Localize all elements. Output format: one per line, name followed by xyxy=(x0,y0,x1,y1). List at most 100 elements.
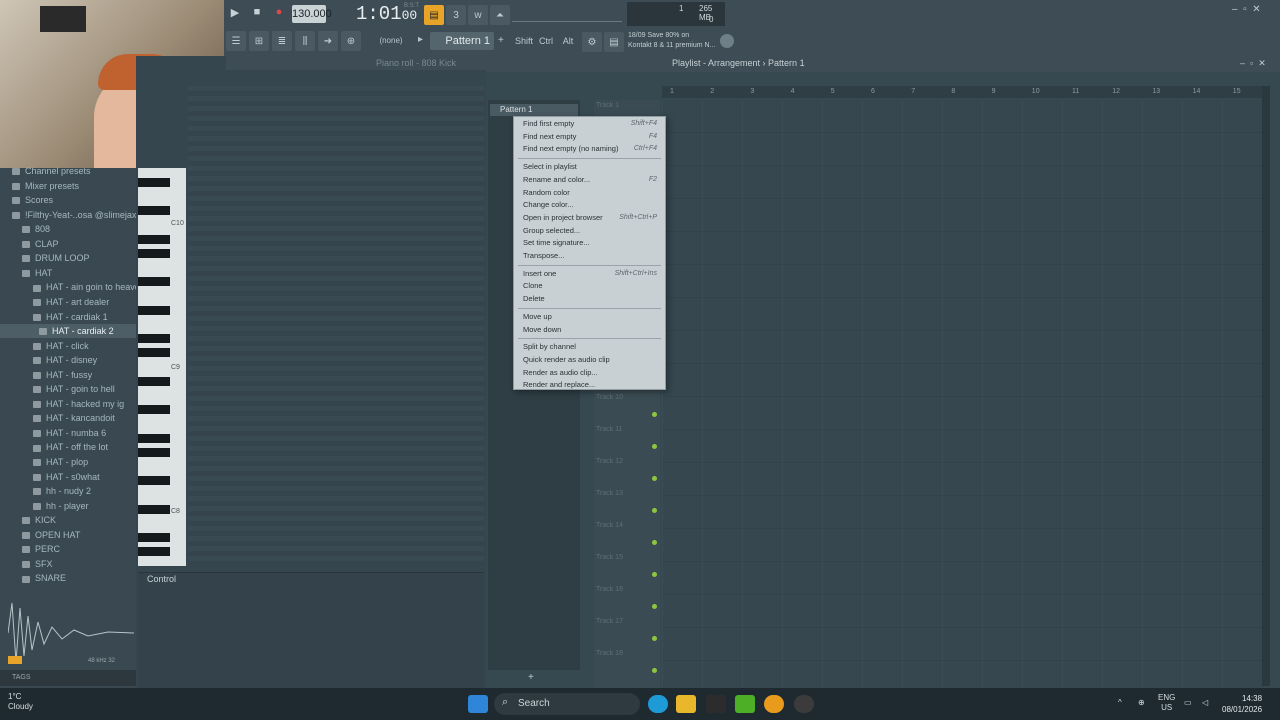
cart-icon[interactable]: ▤ xyxy=(604,32,624,52)
playlist-window-controls[interactable]: – ▫ ✕ xyxy=(1240,58,1266,69)
browser-item[interactable]: Scores xyxy=(0,193,136,207)
browser-item[interactable]: HAT - fussy xyxy=(0,368,136,382)
track-label[interactable]: Track 14 xyxy=(596,522,623,529)
track-label[interactable]: Track 18 xyxy=(596,650,623,657)
microphone-icon[interactable]: ⊕ xyxy=(341,31,361,51)
menu-item[interactable]: Change color... xyxy=(514,199,665,211)
mixer-icon[interactable]: ⫼ xyxy=(295,31,315,51)
browser-item[interactable]: 808 xyxy=(0,222,136,236)
pattern-arrow-icon[interactable]: ▸ xyxy=(418,34,428,48)
steam-icon[interactable] xyxy=(794,695,814,713)
event-editor[interactable] xyxy=(138,572,484,688)
news-panel[interactable]: 18/09 Save 80% on Kontakt 8 & 11 premium… xyxy=(628,31,728,53)
menu-item[interactable]: Move down xyxy=(514,324,665,336)
browser-item[interactable]: HAT - click xyxy=(0,339,136,353)
menu-item[interactable]: Render and replace... xyxy=(514,379,665,391)
plugin-picker-icon[interactable]: ➜ xyxy=(318,31,338,51)
browser-item[interactable]: HAT - goin to hell xyxy=(0,382,136,396)
tempo-display[interactable]: 130.000 xyxy=(292,5,332,23)
weather-widget[interactable]: 1°C Cloudy xyxy=(8,692,33,712)
browser-item[interactable]: OPEN HAT xyxy=(0,528,136,542)
menu-item[interactable]: Group selected... xyxy=(514,225,665,237)
preview-play-icon[interactable] xyxy=(8,656,22,664)
track-label[interactable]: Track 10 xyxy=(596,394,623,401)
step-edit-icon[interactable]: 3 xyxy=(446,5,466,25)
browser-item[interactable]: !Filthy-Yeat-..osa @slimejax xyxy=(0,208,136,222)
browser-item[interactable]: hh - nudy 2 xyxy=(0,484,136,498)
menu-item[interactable]: Render as audio clip... xyxy=(514,367,665,379)
menu-item[interactable]: Open in project browser Shift+Ctrl+P xyxy=(514,212,665,224)
menu-item[interactable]: Quick render as audio clip xyxy=(514,354,665,366)
menu-item[interactable]: Insert one Shift+Ctrl+Ins xyxy=(514,268,665,280)
volume-icon[interactable]: ◁ xyxy=(1202,698,1208,707)
browser-item[interactable]: DRUM LOOP xyxy=(0,251,136,265)
menu-item[interactable]: Find next empty F4 xyxy=(514,131,665,143)
black-key[interactable] xyxy=(138,234,170,244)
browser-item[interactable]: HAT - disney xyxy=(0,353,136,367)
browser-item[interactable]: Mixer presets xyxy=(0,179,136,193)
browser-item[interactable]: CLAP xyxy=(0,237,136,251)
menu-item[interactable]: Transpose... xyxy=(514,250,665,262)
pattern-song-toggle-icon[interactable]: ▤ xyxy=(424,5,444,25)
start-icon[interactable] xyxy=(468,695,488,713)
menu-item[interactable]: Rename and color... F2 xyxy=(514,174,665,186)
browser-item[interactable]: KICK xyxy=(0,513,136,527)
track-label[interactable]: Track 11 xyxy=(596,426,622,433)
menu-item[interactable]: Find first empty Shift+F4 xyxy=(514,118,665,130)
menu-item[interactable]: Set time signature... xyxy=(514,237,665,249)
taskbar-clock[interactable]: 14:38 08/01/2026 xyxy=(1222,693,1262,715)
browser-item[interactable]: HAT - numba 6 xyxy=(0,426,136,440)
menu-item[interactable]: Move up xyxy=(514,311,665,323)
menu-item[interactable]: Clone xyxy=(514,280,665,292)
maximize-icon[interactable]: ▫ xyxy=(1243,4,1247,15)
menu-item[interactable]: Delete xyxy=(514,293,665,305)
add-track-icon[interactable]: + xyxy=(528,672,534,683)
browser-item[interactable]: SNARE xyxy=(0,571,136,585)
edge-icon[interactable] xyxy=(648,695,668,713)
file-explorer-icon[interactable] xyxy=(676,695,696,713)
black-key[interactable] xyxy=(138,476,170,486)
black-key[interactable] xyxy=(138,305,170,315)
black-key[interactable] xyxy=(138,504,170,514)
track-label[interactable]: Track 15 xyxy=(596,554,623,561)
minimize-icon[interactable]: – xyxy=(1232,4,1238,15)
taskbar-search[interactable]: Search xyxy=(494,693,640,715)
browser-item[interactable]: HAT - off the lot xyxy=(0,440,136,454)
black-key[interactable] xyxy=(138,376,170,386)
piano-roll-titlebar[interactable]: Piano roll - 808 Kick xyxy=(226,56,486,70)
browser-item[interactable]: PERC xyxy=(0,542,136,556)
black-key[interactable] xyxy=(138,447,170,457)
track-enable-dot[interactable] xyxy=(652,508,657,513)
track-enable-dot[interactable] xyxy=(652,476,657,481)
browser-item[interactable]: HAT - cardiak 2 xyxy=(0,324,136,339)
nvidia-icon[interactable] xyxy=(735,695,755,713)
language-indicator[interactable]: ENG US xyxy=(1158,693,1175,713)
track-label[interactable]: Track 12 xyxy=(596,458,623,465)
black-key[interactable] xyxy=(138,249,170,258)
fl-studio-icon[interactable] xyxy=(764,695,784,713)
channel-rack-icon[interactable]: ⊞ xyxy=(249,31,269,51)
black-key[interactable] xyxy=(138,547,170,557)
control-label[interactable]: Control xyxy=(147,574,176,584)
tray-chevron-icon[interactable]: ^ xyxy=(1118,698,1122,707)
metronome-icon[interactable]: ⏶ xyxy=(490,5,510,25)
track-label[interactable]: Track 17 xyxy=(596,618,623,625)
track-label[interactable]: Track 1 xyxy=(596,102,619,109)
stop-button[interactable]: ■ xyxy=(248,3,266,21)
ctrl-key[interactable]: Ctrl xyxy=(536,32,556,50)
track-label[interactable]: Track 16 xyxy=(596,586,623,593)
black-key[interactable] xyxy=(138,348,170,358)
timeline-ruler[interactable]: 1 2 3 4 5 6 7 8 9 10 11 12 13 14 15 xyxy=(662,86,1262,98)
browser-item[interactable]: HAT - art dealer xyxy=(0,295,136,309)
track-enable-dot[interactable] xyxy=(652,572,657,577)
browser-item[interactable]: HAT - ain goin to heaven xyxy=(0,280,136,294)
alt-key[interactable]: Alt xyxy=(558,32,578,50)
mic-icon[interactable]: ⊕ xyxy=(1138,698,1145,707)
calculator-icon[interactable] xyxy=(706,695,726,713)
browser-item[interactable]: HAT - s0what xyxy=(0,470,136,484)
track-enable-dot[interactable] xyxy=(652,668,657,673)
snap-selector[interactable]: (none) xyxy=(368,34,414,48)
black-key[interactable] xyxy=(138,533,170,542)
menu-item[interactable]: Split by channel xyxy=(514,341,665,353)
browser-item[interactable]: hh - player xyxy=(0,499,136,513)
